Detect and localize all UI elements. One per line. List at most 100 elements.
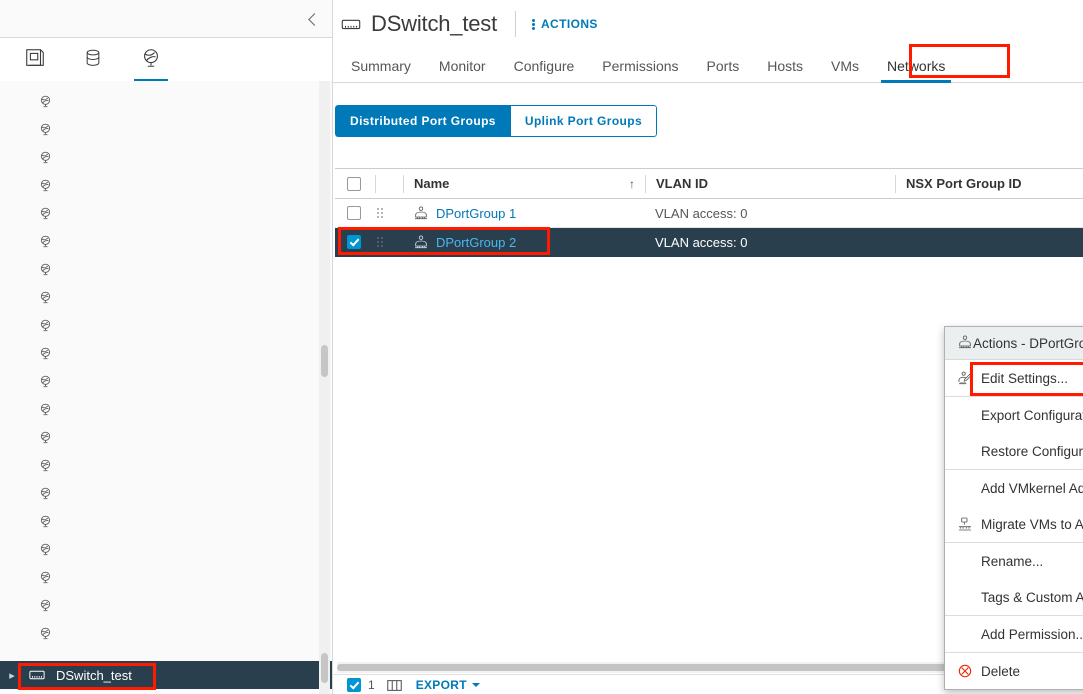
distributed-switch-icon [339,12,363,36]
tree-item[interactable] [0,591,332,619]
row-name-link[interactable]: DPortGroup 1 [436,206,516,221]
actions-button[interactable]: ACTIONS [532,17,598,31]
edit-settings-icon [957,370,977,386]
row-checkbox[interactable] [347,206,361,220]
arrow-up-icon: ↑ [629,177,635,191]
drag-handle-icon[interactable] [377,208,383,218]
tab-configure[interactable]: Configure [500,58,589,82]
tree-item[interactable] [0,395,332,423]
page-title: DSwitch_test [371,11,497,37]
toggle-label: Distributed Port Groups [350,114,496,128]
tab-hosts[interactable]: Hosts [753,58,817,82]
hosts-clusters-tab[interactable] [6,38,64,81]
row-select-cell[interactable] [335,228,375,257]
network-globe-icon [34,206,56,221]
tree-item[interactable] [0,199,332,227]
menu-item-add-permission[interactable]: Add Permission... [945,616,1083,652]
networking-tab[interactable] [122,38,180,81]
network-globe-icon [34,318,56,333]
distributed-switch-icon [26,666,48,684]
tab-label: Ports [707,58,740,74]
tree-item[interactable] [0,227,332,255]
network-globe-icon [34,458,56,473]
menu-item-edit-settings[interactable]: Edit Settings... [945,360,1083,396]
storage-tab[interactable] [64,38,122,81]
select-all-checkbox[interactable] [347,177,361,191]
datastore-icon [83,47,103,72]
network-globe-icon [34,486,56,501]
menu-item-rename[interactable]: Rename... [945,543,1083,579]
row-vlan-cell: VLAN access: 0 [645,228,895,257]
menu-item-delete[interactable]: Delete [945,653,1083,689]
delete-icon [957,663,977,679]
row-drag-cell[interactable] [375,199,403,228]
toggle-label: Uplink Port Groups [525,114,642,128]
network-globe-icon [34,346,56,361]
network-globe-icon [34,150,56,165]
tab-ports[interactable]: Ports [693,58,754,82]
scrollbar-thumb[interactable] [321,345,328,377]
column-header-nsx-port-group-id[interactable]: NSX Port Group ID [895,169,1083,199]
tree-item-dswitch-test[interactable]: ▸ DSwitch_test [0,661,332,689]
menu-item-tags-custom-attributes[interactable]: Tags & Custom Attributes [945,579,1083,615]
menu-item-restore-configuration[interactable]: Restore Configuration... [945,433,1083,469]
menu-item-add-vmkernel-adapters[interactable]: Add VMkernel Adapters... [945,470,1083,506]
row-name-cell[interactable]: DPortGroup 1 [403,199,645,228]
export-button[interactable]: EXPORT [416,678,480,692]
tree-item[interactable] [0,619,332,647]
tree-item[interactable] [0,283,332,311]
tree-item[interactable] [0,423,332,451]
tree-item[interactable] [0,479,332,507]
tab-summary[interactable]: Summary [337,58,425,82]
column-header-name[interactable]: Name ↑ [403,169,645,199]
row-name-link[interactable]: DPortGroup 2 [436,235,516,250]
port-group-type-toggle: Distributed Port Groups Uplink Port Group… [335,105,657,137]
menu-item-migrate-vms-to-another-network[interactable]: Migrate VMs to Another Network... [945,506,1083,542]
port-groups-table: Name ↑ VLAN ID NSX [335,168,1083,257]
column-header-vlan-id[interactable]: VLAN ID [645,169,895,199]
row-select-cell[interactable] [335,199,375,228]
context-menu-header: Actions - DPortGroup 2 [945,327,1083,360]
footer-select-checkbox[interactable] [347,678,361,692]
navigator-vertical-scrollbar[interactable] [319,81,330,694]
network-globe-icon [34,262,56,277]
tree-item[interactable] [0,535,332,563]
tab-label: Networks [887,58,945,74]
row-drag-cell[interactable] [375,228,403,257]
row-name-cell[interactable]: DPortGroup 2 [403,228,645,257]
network-globe-icon [140,47,162,72]
drag-handle-icon[interactable] [377,237,383,247]
tab-monitor[interactable]: Monitor [425,58,500,82]
row-checkbox[interactable] [347,235,361,249]
tab-networks[interactable]: Networks [873,58,959,82]
tree-item[interactable] [0,115,332,143]
context-menu-items: Edit Settings...Export Configuration...R… [945,360,1083,689]
toggle-uplink-port-groups[interactable]: Uplink Port Groups [510,105,657,137]
tree-item[interactable] [0,143,332,171]
tab-vms[interactable]: VMs [817,58,873,82]
tree-item[interactable] [0,171,332,199]
menu-item-label: Rename... [981,554,1043,569]
chevron-left-icon[interactable] [300,6,326,32]
tab-permissions[interactable]: Permissions [588,58,692,82]
menu-item-export-configuration[interactable]: Export Configuration... [945,397,1083,433]
chevron-right-icon[interactable]: ▸ [4,669,20,682]
network-globe-icon [34,430,56,445]
tree-item[interactable] [0,451,332,479]
tree-item[interactable] [0,507,332,535]
scrollbar-thumb-bottom[interactable] [321,653,328,683]
tree-item[interactable] [0,311,332,339]
tree-item[interactable] [0,255,332,283]
tree-item[interactable] [0,87,332,115]
table-columns-icon[interactable] [387,679,402,692]
toggle-distributed-port-groups[interactable]: Distributed Port Groups [335,105,510,137]
network-globe-icon [34,178,56,193]
table-row[interactable]: DPortGroup 1VLAN access: 0 [335,199,1083,228]
export-label: EXPORT [416,678,467,692]
network-globe-icon [34,374,56,389]
tree-item[interactable] [0,367,332,395]
table-row[interactable]: DPortGroup 2 VLAN access: 0 [335,228,1083,257]
network-globe-icon [34,542,56,557]
tree-item[interactable] [0,339,332,367]
tree-item[interactable] [0,563,332,591]
